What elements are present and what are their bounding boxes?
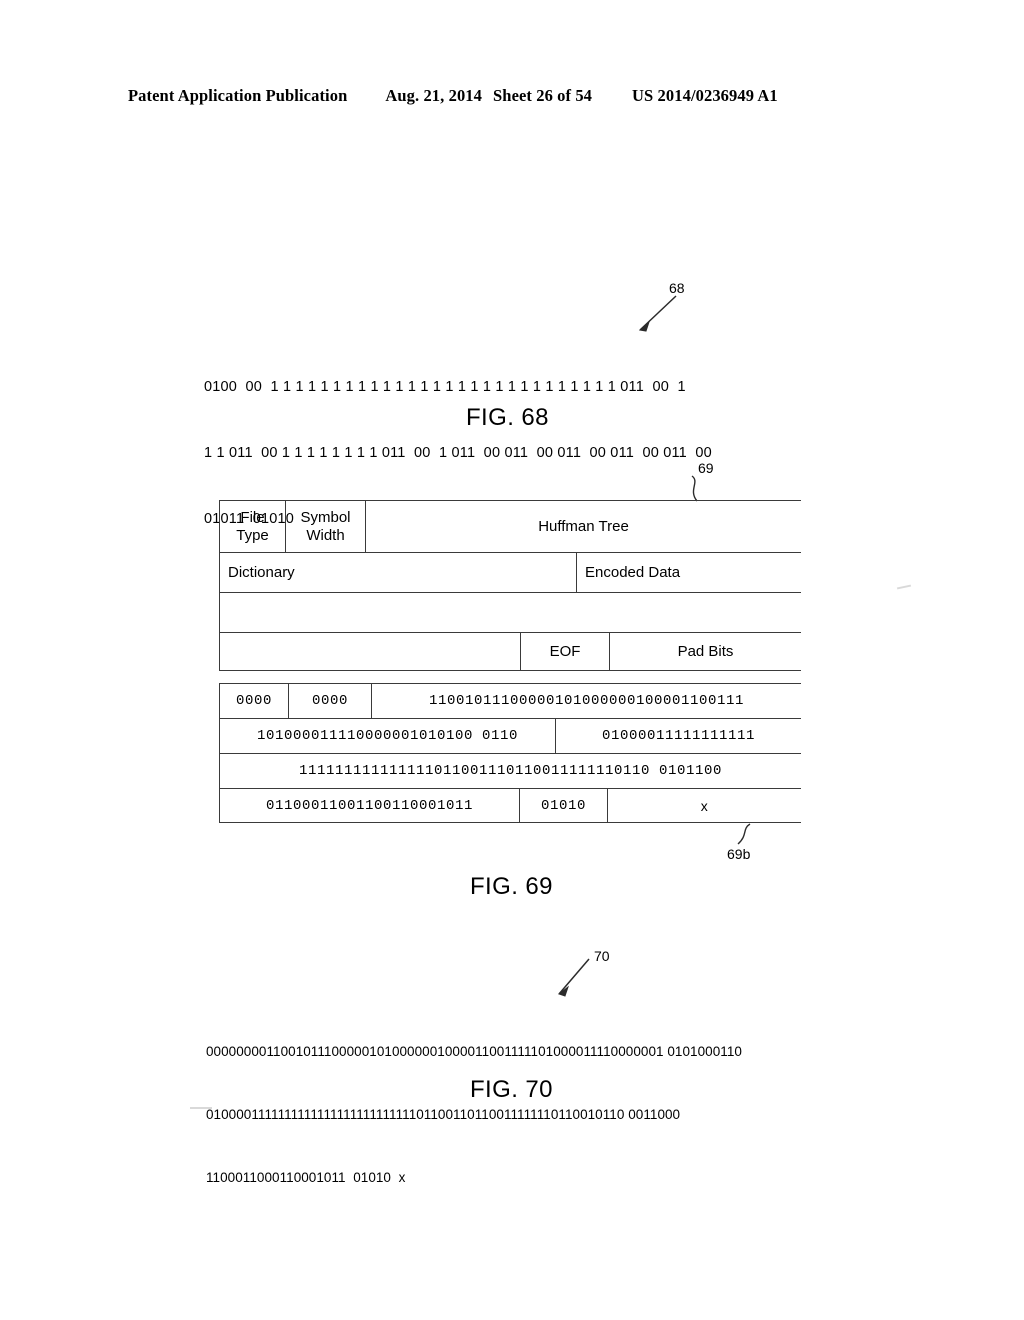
bit-table-row-3: 111111111111111011001110110011111110110 … — [219, 753, 801, 788]
fig70-caption: FIG. 70 — [470, 1076, 553, 1103]
fig70-bit-stream: 0000000011001011100000101000000100001100… — [206, 999, 826, 1209]
bit-table-row-1: 0000 0000 110010111000001010000001000011… — [219, 683, 801, 718]
ref-numeral-69b: 69b — [727, 846, 751, 862]
fig69-caption: FIG. 69 — [470, 873, 553, 900]
header-publication-label: Patent Application Publication — [128, 86, 348, 105]
cell-huffman-tree: Huffman Tree — [538, 517, 629, 535]
fig68-bit-line-1: 0100 00 1 1 1 1 1 1 1 1 1 1 1 1 1 1 1 1 … — [204, 379, 686, 395]
symbol-width-label-line2: Width — [306, 526, 345, 544]
bit-cell-huffman-tree: 11001011100000101000000100001100111 — [428, 693, 745, 709]
ref-numeral-70: 70 — [594, 948, 610, 964]
structure-row-4: EOF Pad Bits — [219, 632, 801, 671]
leader-line-68 — [638, 295, 677, 332]
fig69-packet-structure-diagram: File Type Symbol Width Huffman Tree Dict… — [219, 500, 801, 671]
cell-structure-spacer-left — [220, 633, 520, 670]
fig70-bit-line-1: 0000000011001011100000101000000100001100… — [206, 1044, 742, 1059]
fig68-caption: FIG. 68 — [466, 404, 549, 431]
ref-numeral-68: 68 — [669, 280, 685, 296]
leader-line-69b — [737, 823, 751, 845]
fig69-bit-table: 0000 0000 110010111000001010000001000011… — [219, 683, 801, 823]
cell-pad-bits: Pad Bits — [677, 642, 734, 660]
cell-encoded-data: Encoded Data — [585, 563, 681, 581]
cell-dictionary: Dictionary — [220, 553, 577, 592]
leader-line-70 — [557, 958, 590, 997]
structure-row-2: Dictionary Encoded Data — [219, 552, 801, 592]
bit-cell-symbol-width: 0000 — [289, 684, 372, 718]
file-type-label-line2: Type — [236, 526, 269, 544]
cell-file-type: File Type — [220, 501, 286, 552]
cell-symbol-width: Symbol Width — [286, 501, 366, 552]
bit-table-row-4: 01100011001100110001011 01010 x — [219, 788, 801, 823]
structure-row-1: File Type Symbol Width Huffman Tree — [219, 500, 801, 552]
header-sheet-label: Sheet 26 of 54 — [493, 86, 593, 105]
scan-artifact-mark-2 — [896, 584, 912, 590]
page-header: Patent Application Publication Aug. 21, … — [128, 86, 908, 106]
structure-row-3 — [219, 592, 801, 632]
fig70-bit-line-2: 0100001111111111111111111111111011001101… — [206, 1107, 681, 1122]
bit-cell-encoded-tail: 01100011001100110001011 — [220, 789, 520, 822]
cell-eof: EOF — [520, 633, 610, 670]
cell-structure-spacer — [220, 593, 801, 632]
header-patent-number-label: US 2014/0236949 A1 — [632, 86, 778, 105]
file-type-label-line1: File — [240, 508, 265, 526]
bit-cell-encoded-data: 01000011111111111 — [601, 728, 756, 744]
ref-numeral-69: 69 — [698, 460, 714, 476]
bit-cell-eof: 01010 — [520, 789, 608, 822]
bit-cell-dictionary: 101000011110000001010100 0110 — [220, 719, 556, 753]
header-date-label: Aug. 21, 2014 — [385, 86, 483, 105]
bit-cell-encoded-continued: 111111111111111011001110110011111110110 … — [298, 763, 723, 779]
symbol-width-label-line1: Symbol — [300, 508, 351, 526]
fig68-bit-line-2: 1 1 011 00 1 1 1 1 1 1 1 1 011 00 1 011 … — [204, 445, 712, 461]
bit-table-row-2: 101000011110000001010100 0110 0100001111… — [219, 718, 801, 753]
scan-artifact-mark — [190, 1107, 212, 1109]
bit-cell-file-type: 0000 — [220, 684, 289, 718]
fig70-bit-line-3: 1100011000110001011 01010 x — [206, 1170, 406, 1185]
bit-cell-pad-bits: x — [700, 797, 709, 814]
